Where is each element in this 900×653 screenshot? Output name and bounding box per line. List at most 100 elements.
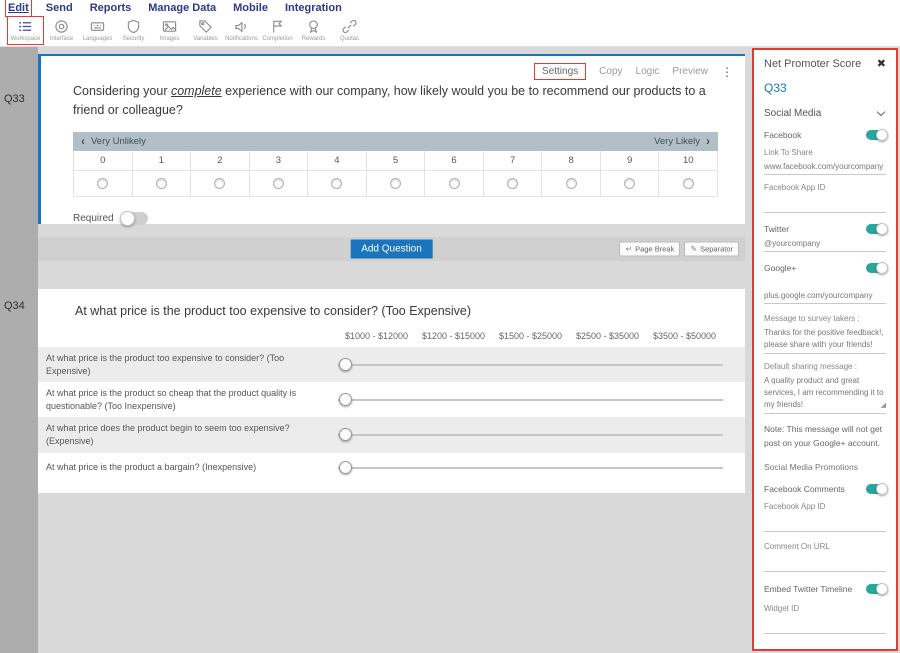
sharing-text: A quality product and great services, I …	[764, 376, 884, 409]
scale-right-arrow-icon[interactable]: ›	[706, 134, 710, 148]
add-question-button[interactable]: Add Question	[350, 240, 433, 259]
q33-question-card: Settings Copy Logic Preview ⋮ Considerin…	[38, 54, 745, 224]
nps-radio[interactable]	[273, 178, 284, 189]
message-textarea[interactable]: Thanks for the positive feedback!, pleas…	[764, 327, 886, 354]
nps-radio-cell[interactable]	[425, 171, 484, 197]
nps-radio[interactable]	[449, 178, 460, 189]
price-slider[interactable]	[338, 355, 723, 375]
sharing-textarea[interactable]: A quality product and great services, I …	[764, 375, 886, 414]
page-break-button[interactable]: ↵ Page Break	[619, 242, 680, 257]
nps-scale: ‹ Very Unlikely Very Likely › 0123456789…	[73, 132, 718, 197]
q34-column-headers: $1000 - $12000$1200 - $15000$1500 - $250…	[38, 331, 745, 341]
nps-radio[interactable]	[507, 178, 518, 189]
toolbar-item-workspace[interactable]: Workspace	[8, 17, 43, 44]
toolbar-item-completion[interactable]: Completion	[260, 17, 295, 44]
q34-column-header: $1500 - $25000	[492, 331, 569, 341]
toolbar-item-security[interactable]: Security	[116, 17, 151, 44]
facebook-comments-toggle[interactable]	[866, 484, 886, 494]
quotas-icon	[342, 19, 357, 34]
page-break-label: Page Break	[635, 245, 674, 254]
nps-radio[interactable]	[566, 178, 577, 189]
nps-radio[interactable]	[214, 178, 225, 189]
slider-handle[interactable]	[339, 461, 352, 474]
nps-radio-cell[interactable]	[542, 171, 601, 197]
toolbar-item-languages[interactable]: Languages	[80, 17, 115, 44]
facebook-toggle[interactable]	[866, 130, 886, 140]
nps-radio[interactable]	[683, 178, 694, 189]
menu-reports[interactable]: Reports	[90, 2, 132, 14]
required-toggle[interactable]	[122, 212, 148, 225]
completion-icon	[270, 19, 285, 34]
toolbar-item-images[interactable]: Images	[152, 17, 187, 44]
menu-mobile[interactable]: Mobile	[233, 2, 268, 14]
required-row: Required	[73, 212, 745, 225]
rewards-icon	[306, 19, 321, 34]
price-slider[interactable]	[338, 390, 723, 410]
menu-send[interactable]: Send	[46, 2, 73, 14]
twitter-handle-input[interactable]	[764, 239, 886, 252]
google-plus-row: Google+	[764, 263, 886, 273]
google-link-input[interactable]	[764, 291, 886, 304]
question-gutter: Q33 Q34	[0, 47, 38, 653]
nps-radio-cell[interactable]	[308, 171, 367, 197]
required-label: Required	[73, 213, 114, 224]
images-icon	[162, 19, 177, 34]
menu-integration[interactable]: Integration	[285, 2, 342, 14]
nps-radio-cell[interactable]	[601, 171, 660, 197]
nps-radio-cell[interactable]	[74, 171, 133, 197]
facebook-link-input[interactable]	[764, 162, 886, 175]
slider-handle[interactable]	[339, 358, 352, 371]
logic-button[interactable]: Logic	[636, 66, 660, 77]
settings-button[interactable]: Settings	[534, 63, 586, 80]
nps-radio-cell[interactable]	[367, 171, 426, 197]
social-media-promotions-label: Social Media Promotions	[764, 462, 886, 472]
question-actions: Settings Copy Logic Preview ⋮	[534, 63, 733, 80]
nps-radio-cell[interactable]	[191, 171, 250, 197]
nps-radio[interactable]	[390, 178, 401, 189]
nps-radio[interactable]	[331, 178, 342, 189]
google-plus-toggle[interactable]	[866, 263, 886, 273]
q34-column-header: $2500 - $35000	[569, 331, 646, 341]
nps-radio[interactable]	[624, 178, 635, 189]
q34-row-label: At what price is the product so cheap th…	[46, 387, 338, 412]
comment-on-url-input[interactable]	[764, 561, 886, 572]
facebook-label: Facebook	[764, 130, 801, 140]
slider-track	[338, 434, 723, 436]
facebook-app-id-input[interactable]	[764, 202, 886, 213]
menu-manage-data[interactable]: Manage Data	[148, 2, 216, 14]
scale-left-arrow-icon[interactable]: ‹	[81, 134, 85, 148]
preview-button[interactable]: Preview	[672, 66, 708, 77]
nps-radio-cell[interactable]	[484, 171, 543, 197]
toolbar-item-variables[interactable]: Variables	[188, 17, 223, 44]
nps-radio-cell[interactable]	[250, 171, 309, 197]
facebook-app-id-2-input[interactable]	[764, 521, 886, 532]
nps-radio[interactable]	[97, 178, 108, 189]
price-slider[interactable]	[338, 458, 723, 478]
separator-button[interactable]: ✎ Separator	[684, 242, 739, 257]
embed-twitter-toggle[interactable]	[866, 584, 886, 594]
slider-handle[interactable]	[339, 393, 352, 406]
more-options-icon[interactable]: ⋮	[721, 65, 733, 79]
slider-handle[interactable]	[339, 428, 352, 441]
toolbar-item-notifications[interactable]: Notifications	[224, 17, 259, 44]
menu-edit[interactable]: Edit	[8, 2, 29, 14]
toggle-knob	[876, 262, 888, 274]
price-slider[interactable]	[338, 425, 723, 445]
resize-handle-icon[interactable]: ◢	[881, 401, 886, 412]
nps-radio-cell[interactable]	[133, 171, 192, 197]
languages-icon	[90, 19, 105, 34]
nps-radio[interactable]	[156, 178, 167, 189]
twitter-toggle[interactable]	[866, 224, 886, 234]
q34-row-label: At what price is the product too expensi…	[46, 352, 338, 377]
widget-id-input[interactable]	[764, 623, 886, 634]
toolbar-item-quotas[interactable]: Quotas	[332, 17, 367, 44]
chevron-down-icon	[877, 107, 885, 115]
social-media-section-toggle[interactable]: Social Media	[764, 108, 886, 119]
nps-value-cell: 0	[74, 151, 133, 171]
toolbar-item-rewards[interactable]: Rewards	[296, 17, 331, 44]
close-icon[interactable]: ✖	[877, 59, 886, 70]
copy-button[interactable]: Copy	[599, 66, 622, 77]
notifications-icon	[234, 19, 249, 34]
toolbar-item-interface[interactable]: Interface	[44, 17, 79, 44]
nps-radio-cell[interactable]	[659, 171, 718, 197]
